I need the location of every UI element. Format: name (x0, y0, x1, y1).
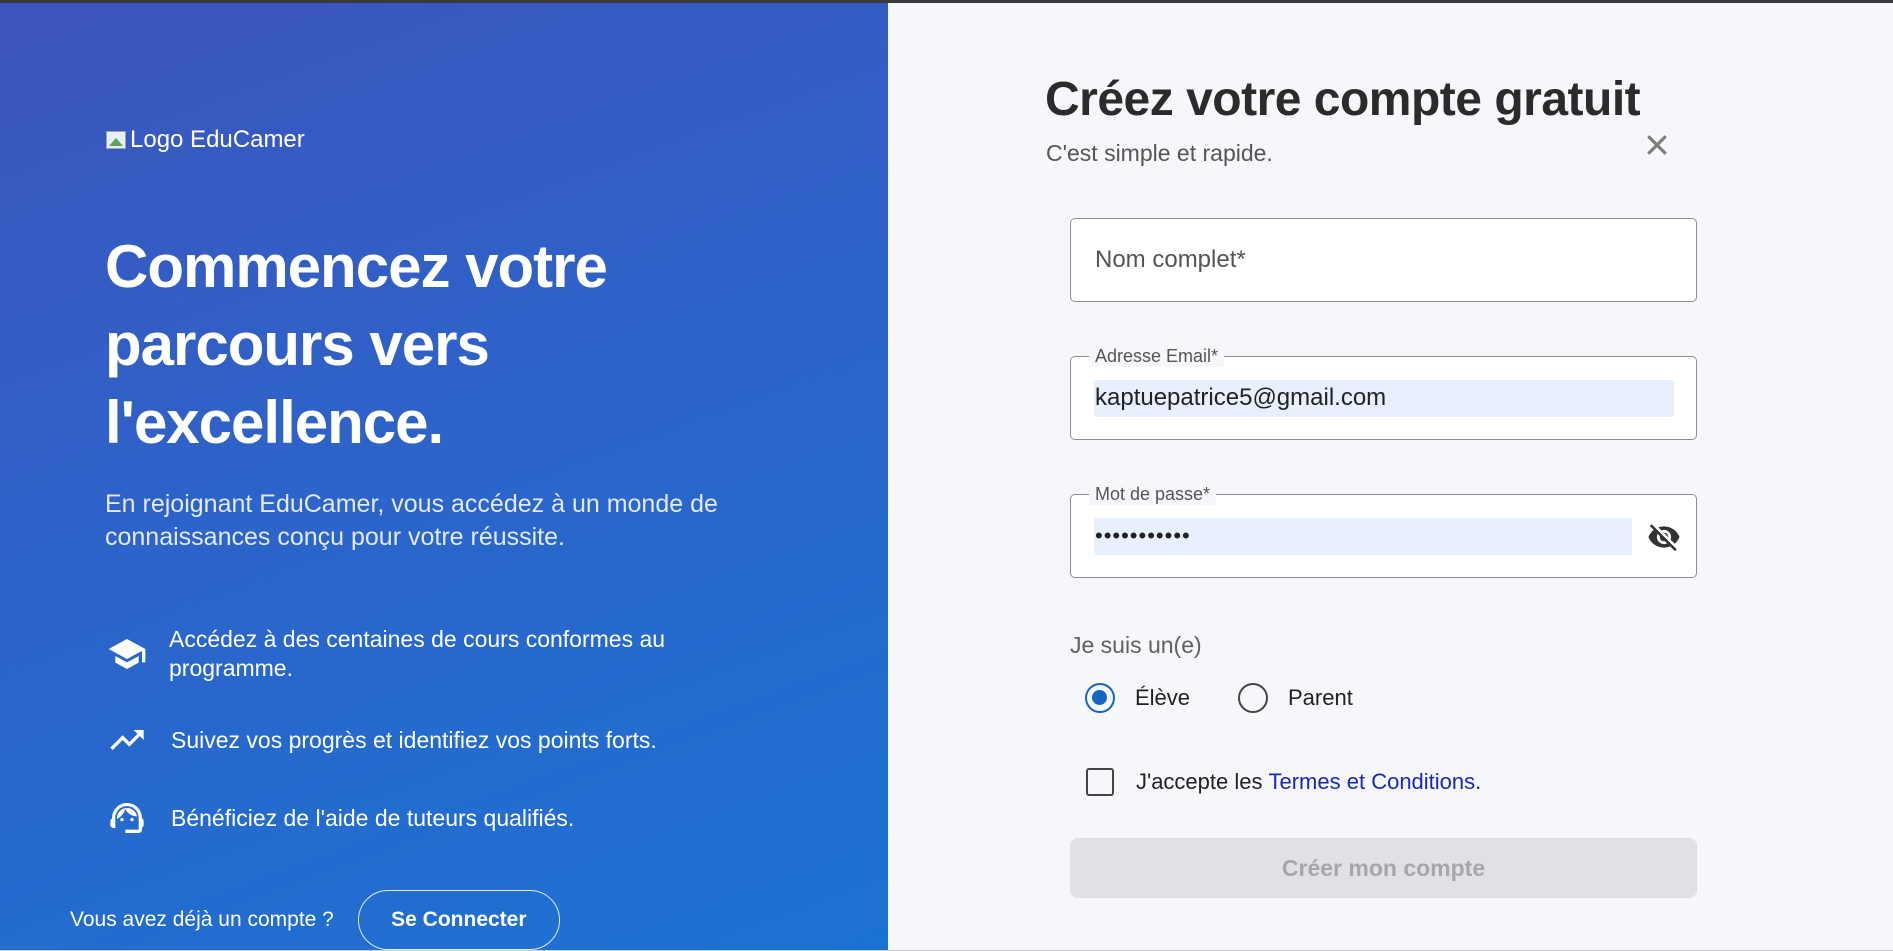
logo: Logo EduCamer (106, 126, 305, 154)
feature-text: Bénéficiez de l'aide de tuteurs qualifié… (171, 804, 575, 831)
feature-item-tutors: Bénéficiez de l'aide de tuteurs qualifié… (105, 796, 574, 840)
hero-headline: Commencez votre parcours vers l'excellen… (105, 233, 608, 456)
trending-up-icon (105, 718, 149, 762)
password-value: ••••••••••• (1095, 523, 1191, 548)
terms-link[interactable]: Termes et Conditions (1269, 769, 1476, 795)
broken-image-icon (106, 129, 128, 151)
hero-lead-text: En rejoignant EduCamer, vous accédez à u… (105, 490, 718, 551)
email-value: kaptuepatrice5@gmail.com (1095, 384, 1387, 411)
password-field[interactable]: Mot de passe* ••••••••••• (1070, 484, 1697, 578)
full-name-placeholder: Nom complet* (1095, 246, 1246, 273)
signin-row: Vous avez déjà un compte ? Se Connecter (70, 890, 560, 950)
radio-label: Parent (1288, 685, 1353, 710)
radio-label: Élève (1135, 685, 1191, 710)
feature-text: Suivez vos progrès et identifiez vos poi… (171, 726, 657, 753)
window-top-border (0, 0, 1893, 3)
terms-checkbox[interactable] (1086, 768, 1114, 796)
full-name-field[interactable]: Nom complet* (1070, 218, 1697, 302)
close-icon (1647, 135, 1667, 155)
email-field[interactable]: Adresse Email* kaptuepatrice5@gmail.com (1070, 346, 1697, 440)
radio-checked-icon (1085, 683, 1115, 713)
role-label: Je suis un(e) (1070, 632, 1202, 658)
signup-panel (888, 0, 1893, 951)
hero-panel: Logo EduCamer Commencez votre parcours v… (0, 0, 888, 951)
role-radio-parent[interactable]: Parent (1238, 683, 1353, 713)
close-button[interactable] (1640, 128, 1674, 162)
feature-item-progress: Suivez vos progrès et identifiez vos poi… (105, 718, 657, 762)
terms-suffix: . (1475, 769, 1482, 794)
terms-row: J'accepte les Termes et Conditions . (1086, 768, 1481, 796)
form-subtitle: C'est simple et rapide. (1046, 140, 1273, 166)
logo-alt-text: Logo EduCamer (130, 126, 305, 153)
toggle-password-visibility-icon[interactable] (1644, 517, 1684, 557)
feature-text: Accédez à des centaines de cours conform… (169, 626, 666, 681)
support-agent-icon (105, 796, 149, 840)
signin-button[interactable]: Se Connecter (357, 890, 560, 950)
role-radio-eleve[interactable]: Élève (1085, 683, 1190, 713)
radio-unchecked-icon (1238, 683, 1268, 713)
terms-prefix: J'accepte les (1136, 769, 1263, 794)
graduation-cap-icon (105, 632, 149, 676)
create-account-button[interactable]: Créer mon compte (1070, 838, 1697, 898)
signin-prompt: Vous avez déjà un compte ? (70, 908, 334, 931)
feature-item-courses: Accédez à des centaines de cours conform… (105, 625, 725, 683)
form-title: Créez votre compte gratuit (1045, 73, 1641, 126)
